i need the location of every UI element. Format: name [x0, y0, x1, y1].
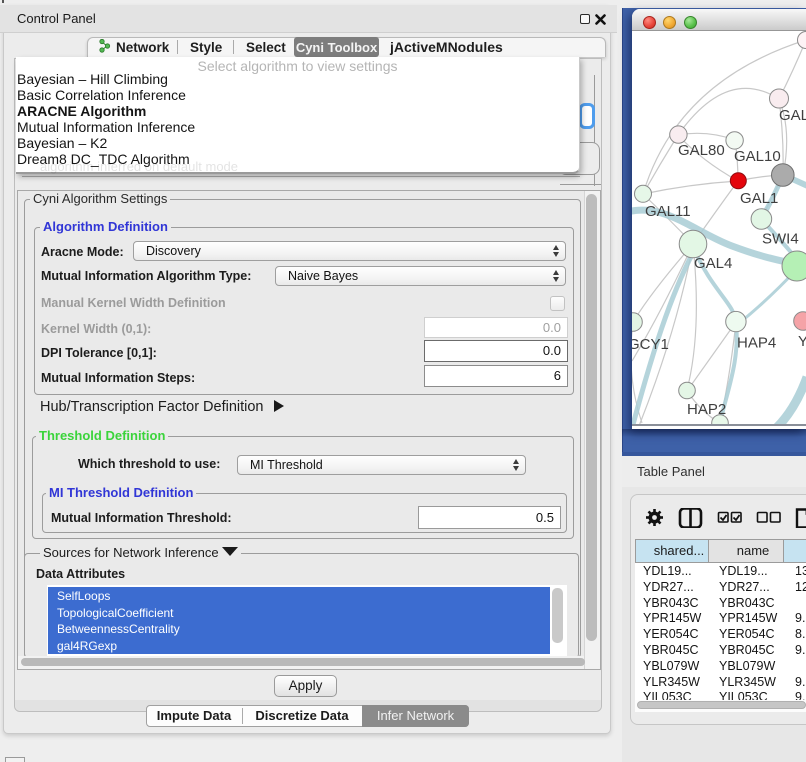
svg-text:Y: Y: [798, 333, 806, 350]
svg-text:HAP2: HAP2: [687, 401, 726, 418]
svg-text:GAL10: GAL10: [734, 148, 781, 165]
svg-text:HAP4: HAP4: [737, 335, 776, 352]
svg-text:GAL1: GAL1: [740, 190, 778, 207]
svg-text:SWI4: SWI4: [762, 231, 799, 248]
svg-text:GCY1: GCY1: [632, 336, 669, 353]
svg-text:GAL11: GAL11: [645, 203, 691, 220]
svg-text:GAL80: GAL80: [678, 142, 725, 159]
svg-text:GAL7: GAL7: [779, 107, 806, 124]
svg-text:GAL4: GAL4: [694, 255, 732, 272]
